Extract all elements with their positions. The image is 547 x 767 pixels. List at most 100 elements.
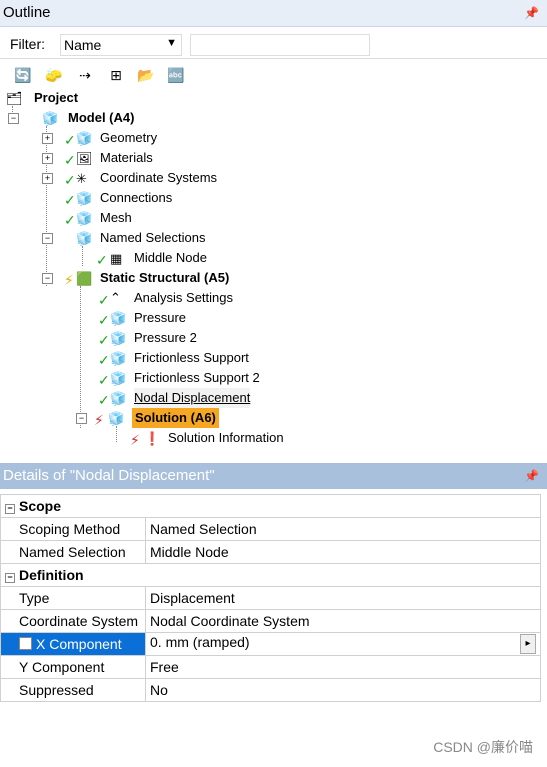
tree-node-solution-information[interactable]: ⚡ ❗ Solution Information — [130, 428, 330, 448]
check-icon: ✓ — [64, 212, 76, 228]
chevron-right-icon[interactable]: ▸ — [520, 634, 536, 654]
table-row[interactable]: Scoping Method Named Selection — [0, 517, 541, 541]
check-icon: ✓ — [64, 132, 76, 148]
check-icon: ✓ — [64, 192, 76, 208]
collapse-icon[interactable]: − — [42, 233, 53, 244]
pressure-icon: 🧊 — [110, 331, 127, 346]
tree-node-analysis-settings[interactable]: ✓ ⌃ Analysis Settings — [98, 288, 298, 308]
lightning-icon: ⚡ — [94, 412, 104, 428]
tree-label: Model (A4) — [68, 110, 135, 125]
tree-node-materials[interactable]: + ✓ 🖼 Materials — [42, 148, 242, 168]
group-label: Scope — [19, 498, 62, 514]
tree-label: Named Selections — [100, 230, 206, 245]
tree-node-coordinate-systems[interactable]: + ✓ ✳ Coordinate Systems — [42, 168, 262, 188]
collapse-icon[interactable]: 📂 — [136, 65, 156, 85]
group-label: Definition — [19, 567, 84, 583]
group-definition[interactable]: − Definition — [0, 563, 541, 587]
table-row[interactable]: Y Component Free — [0, 655, 541, 679]
check-icon: ✓ — [64, 172, 76, 188]
table-row[interactable]: Suppressed No — [0, 678, 541, 702]
prop-value-text: 0. mm (ramped) — [150, 634, 250, 650]
tree-line — [80, 286, 81, 428]
details-title: Details of "Nodal Displacement" — [3, 467, 215, 484]
tree-node-connections[interactable]: ✓ 🧊 Connections — [42, 188, 242, 208]
tree-node-named-selections[interactable]: − 🧊 Named Selections — [42, 228, 262, 248]
connections-icon: 🧊 — [76, 191, 93, 206]
prop-value-x-component[interactable]: 0. mm (ramped) ▸ — [145, 632, 541, 656]
expand-icon[interactable]: + — [42, 153, 53, 164]
tree-label: Frictionless Support — [134, 350, 249, 365]
details-table: − Scope Scoping Method Named Selection Na… — [0, 494, 541, 702]
table-row[interactable]: Named Selection Middle Node — [0, 540, 541, 564]
expand-icon[interactable]: + — [42, 173, 53, 184]
collapse-icon[interactable]: − — [8, 113, 19, 124]
tree-node-mesh[interactable]: ✓ 🧊 Mesh — [42, 208, 242, 228]
tree-node-frictionless-support-2[interactable]: ✓ 🧊 Frictionless Support 2 — [98, 368, 318, 388]
expand-all-icon[interactable]: ⊞ — [106, 65, 126, 85]
check-icon: ✓ — [96, 252, 108, 268]
filter-select-value: Name — [64, 37, 102, 53]
prop-key: Named Selection — [0, 540, 146, 564]
collapse-icon[interactable]: − — [5, 504, 15, 514]
support-icon: 🧊 — [110, 371, 127, 386]
tree-node-pressure-2[interactable]: ✓ 🧊 Pressure 2 — [98, 328, 298, 348]
tree-label: Coordinate Systems — [100, 170, 218, 185]
pressure-icon: 🧊 — [110, 311, 127, 326]
pin-icon[interactable]: 📌 — [524, 0, 539, 26]
details-panel: − Scope Scoping Method Named Selection Na… — [0, 494, 541, 702]
tree-node-model[interactable]: − 🧊 Model (A4) — [8, 108, 208, 128]
table-row[interactable]: Type Displacement — [0, 586, 541, 610]
filter-select[interactable]: Name ▼ — [60, 34, 182, 56]
chevron-down-icon: ▼ — [166, 37, 177, 49]
prop-value[interactable]: Nodal Coordinate System — [145, 609, 541, 633]
prop-value[interactable]: Displacement — [145, 586, 541, 610]
tree-node-nodal-displacement[interactable]: ✓ 🧊 Nodal Displacement — [98, 388, 298, 408]
tree-node-solution[interactable]: − ⚡ 🧊 Solution (A6) — [76, 408, 276, 428]
collapse-icon[interactable]: − — [42, 273, 53, 284]
outline-title-bar: Outline 📌 — [0, 0, 547, 27]
named-selections-icon: 🧊 — [76, 231, 93, 246]
prop-key: Type — [0, 586, 146, 610]
tree-label: Frictionless Support 2 — [134, 370, 260, 385]
tree-line — [82, 246, 83, 266]
tree-label: Pressure — [134, 310, 187, 325]
prop-value[interactable]: No — [145, 678, 541, 702]
refresh-icon[interactable]: 🔄 — [13, 65, 33, 85]
lightning-icon: ⚡ — [130, 432, 140, 448]
tree-node-geometry[interactable]: + ✓ 🧊 Geometry — [42, 128, 242, 148]
check-icon: ✓ — [98, 372, 110, 388]
expand-icon[interactable]: + — [42, 133, 53, 144]
check-icon: ✓ — [98, 332, 110, 348]
tree-node-frictionless-support[interactable]: ✓ 🧊 Frictionless Support — [98, 348, 298, 368]
pin-icon[interactable]: 📌 — [524, 463, 539, 489]
prop-value[interactable]: Middle Node — [145, 540, 541, 564]
clear-icon[interactable]: 🧽 — [44, 65, 64, 85]
table-row[interactable]: X Component 0. mm (ramped) ▸ — [0, 632, 541, 656]
filter-input[interactable] — [190, 34, 370, 56]
collapse-icon[interactable]: − — [5, 573, 15, 583]
tree-node-pressure[interactable]: ✓ 🧊 Pressure — [98, 308, 298, 328]
analysis-settings-icon: ⌃ — [110, 290, 121, 305]
tree-label: Geometry — [100, 130, 158, 145]
tree-icon[interactable]: ⇢ — [75, 65, 95, 85]
tree-label: Static Structural (A5) — [100, 270, 230, 285]
project-icon: 🗂 — [6, 91, 23, 106]
group-scope[interactable]: − Scope — [0, 494, 541, 518]
prop-value[interactable]: Free — [145, 655, 541, 679]
prop-key: Suppressed — [0, 678, 146, 702]
prop-key: Y Component — [0, 655, 146, 679]
checkbox[interactable] — [19, 637, 32, 650]
outline-tree: 🗂 Project − 🧊 Model (A4) + ✓ 🧊 Geometry … — [0, 88, 547, 458]
prop-key: Coordinate System — [0, 609, 146, 633]
table-row[interactable]: Coordinate System Nodal Coordinate Syste… — [0, 609, 541, 633]
tree-node-static-structural[interactable]: − ⚡ 🟩 Static Structural (A5) — [42, 268, 282, 288]
prop-key-x-component[interactable]: X Component — [0, 632, 146, 656]
tree-label: Mesh — [100, 210, 132, 225]
prop-value[interactable]: Named Selection — [145, 517, 541, 541]
support-icon: 🧊 — [110, 351, 127, 366]
filter-label: Filter: — [10, 36, 45, 52]
tree-node-middle-node[interactable]: ✓ ▦ Middle Node — [96, 248, 256, 268]
sort-az-icon[interactable]: 🔤 — [166, 65, 186, 85]
collapse-icon[interactable]: − — [76, 413, 87, 424]
info-icon: ❗ — [144, 431, 161, 446]
